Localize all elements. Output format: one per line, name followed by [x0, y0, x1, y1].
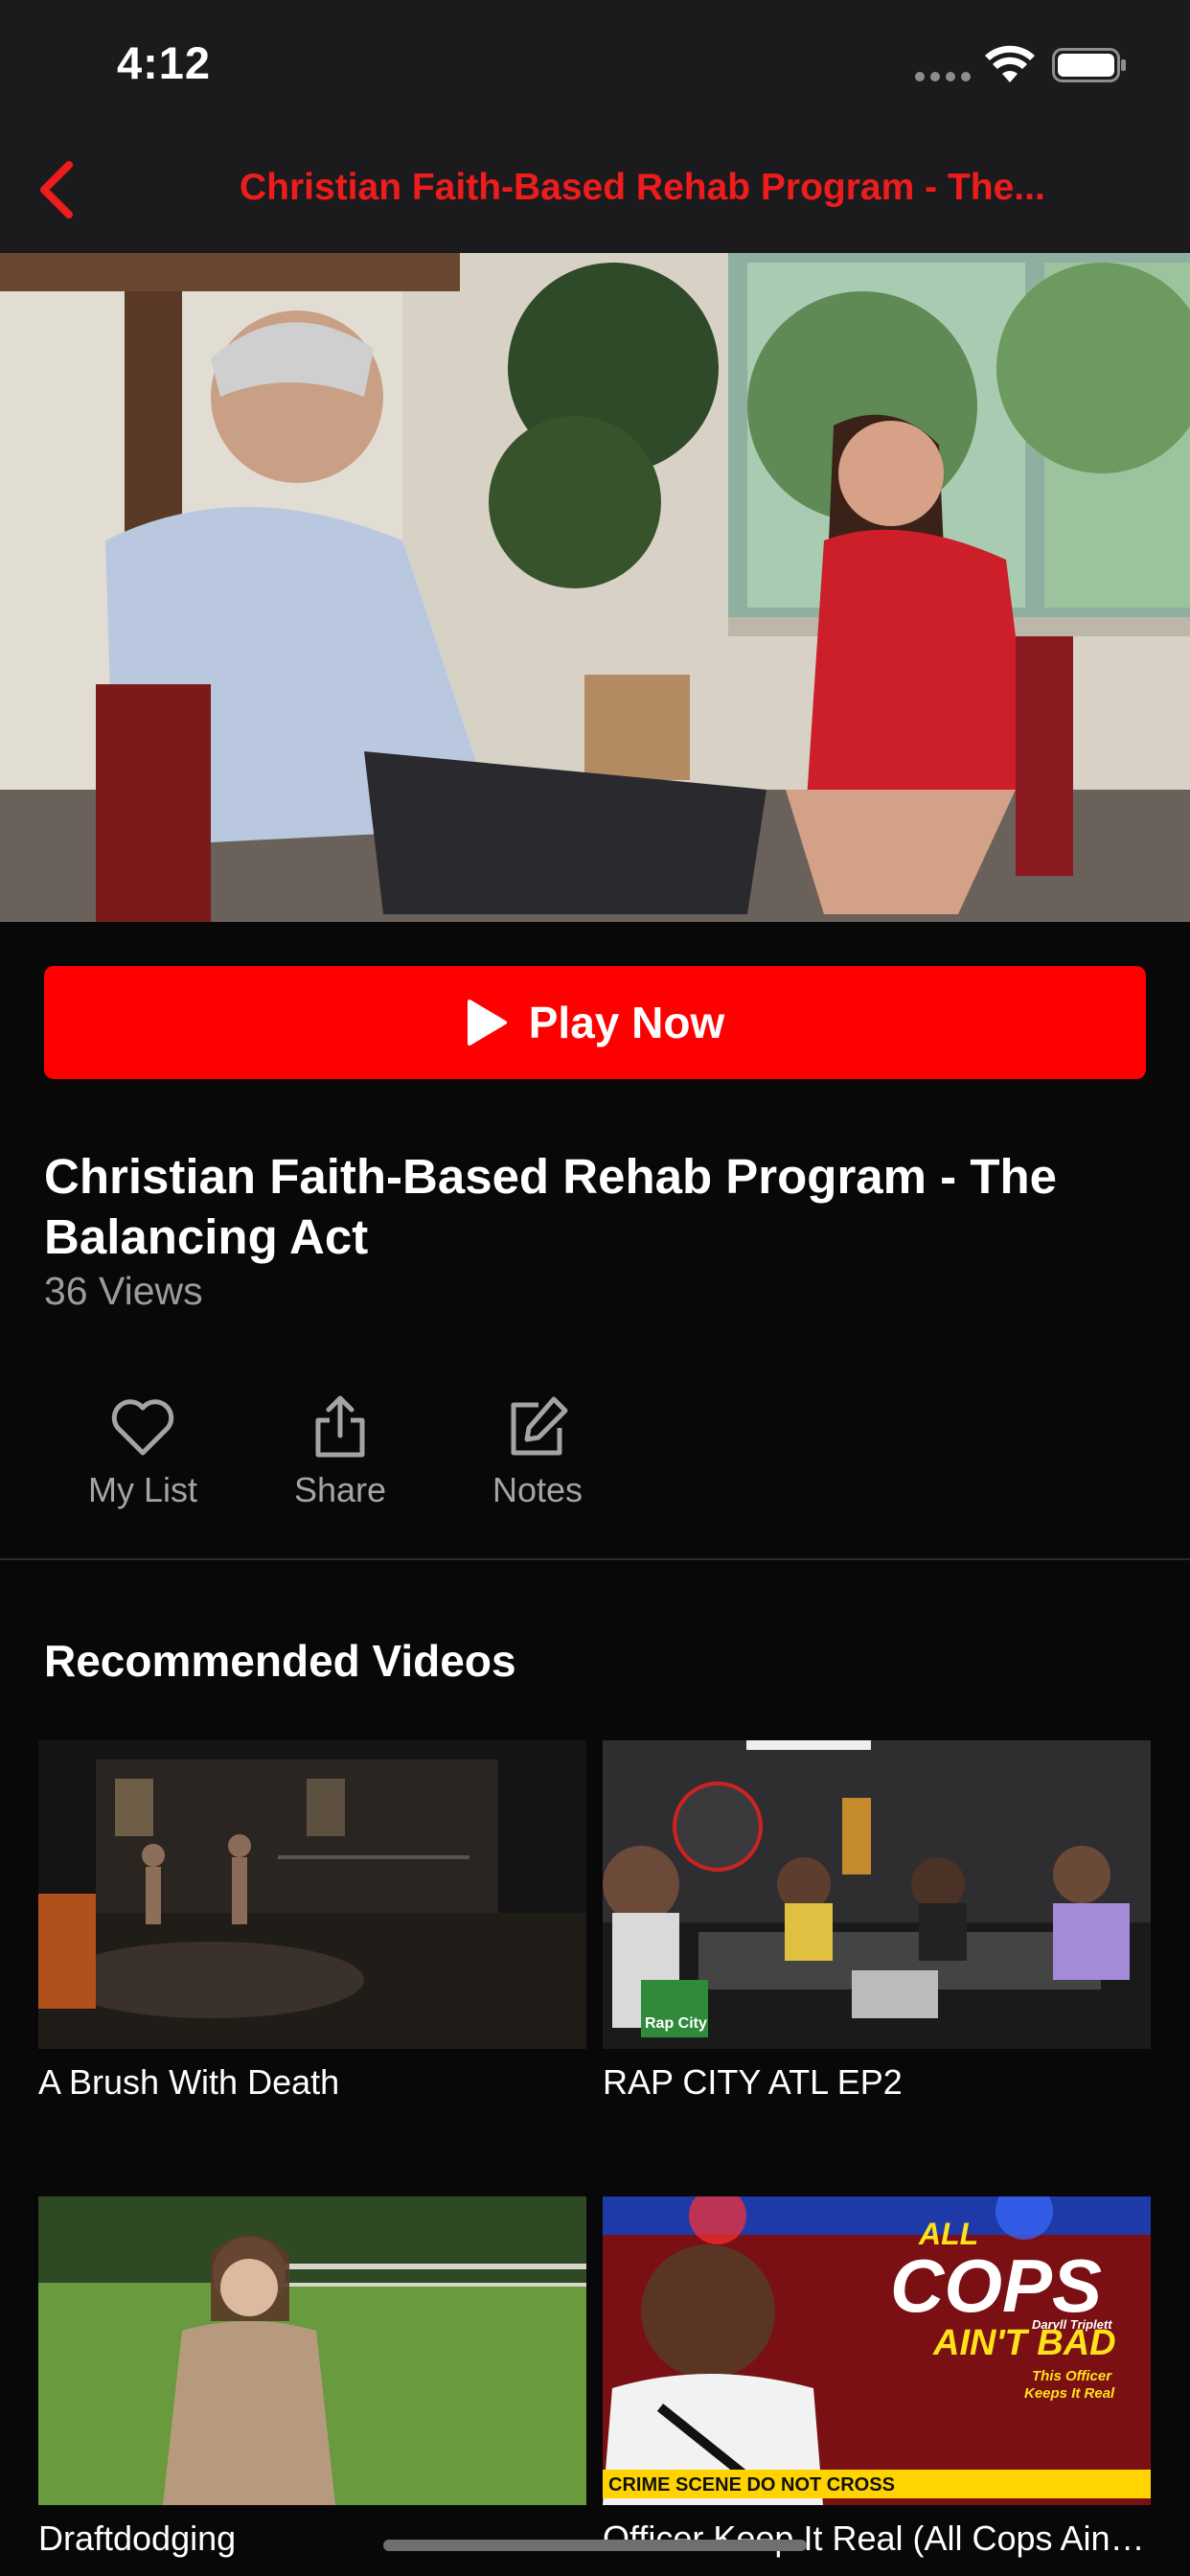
heart-icon: [111, 1399, 174, 1456]
edit-icon: [511, 1396, 568, 1456]
back-button[interactable]: [33, 155, 82, 224]
view-count: 36 Views: [44, 1269, 203, 1313]
poster-line2: COPS: [890, 2243, 1102, 2328]
poster-line3: AIN'T BAD: [932, 2323, 1116, 2363]
share-button[interactable]: Share: [241, 1395, 439, 1510]
play-now-label: Play Now: [528, 998, 725, 1047]
recommended-item-title[interactable]: RAP CITY ATL EP2: [603, 2062, 1151, 2103]
rap-city-logo: Rap City: [645, 2015, 707, 2032]
home-indicator: [383, 2540, 807, 2551]
wifi-icon: [985, 45, 1035, 82]
action-row: My List Share Notes: [44, 1395, 636, 1510]
video-hero-image[interactable]: [0, 253, 1190, 922]
my-list-button[interactable]: My List: [44, 1395, 241, 1510]
status-time: 4:12: [117, 37, 212, 88]
share-icon: [315, 1395, 365, 1458]
hero-illustration: [0, 253, 1190, 922]
thumbnail-image: [38, 2196, 586, 2505]
cellular-signal-icon: [915, 72, 971, 81]
thumbnail-image: Rap City: [603, 1740, 1151, 2049]
recommended-item-title[interactable]: A Brush With Death: [38, 2062, 586, 2103]
my-list-label: My List: [87, 1470, 197, 1509]
divider: [0, 1558, 1190, 1560]
recommended-title: Recommended Videos: [44, 1636, 516, 1686]
video-detail-screen: 4:12 Christian Faith-Based Rehab Program…: [0, 0, 1190, 2576]
recommended-item-thumbnail[interactable]: ALL COPS Daryll Triplett AIN'T BAD This …: [603, 2196, 1151, 2505]
nav-title: Christian Faith-Based Rehab Program - Th…: [240, 167, 1045, 208]
recommended-item-thumbnail[interactable]: [38, 1740, 586, 2049]
recommended-item-title[interactable]: Draftdodging: [38, 2518, 586, 2559]
battery-icon: [1052, 48, 1126, 82]
poster-tagline2: Keeps It Real: [1024, 2385, 1115, 2402]
top-bar: 4:12 Christian Faith-Based Rehab Program…: [0, 0, 1190, 253]
video-title: Christian Faith-Based Rehab Program - Th…: [44, 1149, 1058, 1264]
thumbnail-image: ALL COPS Daryll Triplett AIN'T BAD This …: [603, 2196, 1151, 2505]
poster-tagline1: This Officer: [1032, 2368, 1112, 2384]
notes-label: Notes: [492, 1470, 584, 1509]
poster-tape: CRIME SCENE DO NOT CROSS: [608, 2474, 895, 2496]
thumbnail-image: [38, 1740, 586, 2049]
notes-button[interactable]: Notes: [439, 1395, 636, 1510]
recommended-item-title[interactable]: Officer Keep It Real (All Cops Ain't Bad…: [603, 2518, 1151, 2559]
recommended-item-thumbnail[interactable]: Rap City: [603, 1740, 1151, 2049]
play-icon: [467, 1000, 507, 1046]
recommended-item-thumbnail[interactable]: [38, 2196, 586, 2505]
share-label: Share: [293, 1470, 387, 1509]
play-now-button[interactable]: Play Now: [44, 966, 1146, 1079]
